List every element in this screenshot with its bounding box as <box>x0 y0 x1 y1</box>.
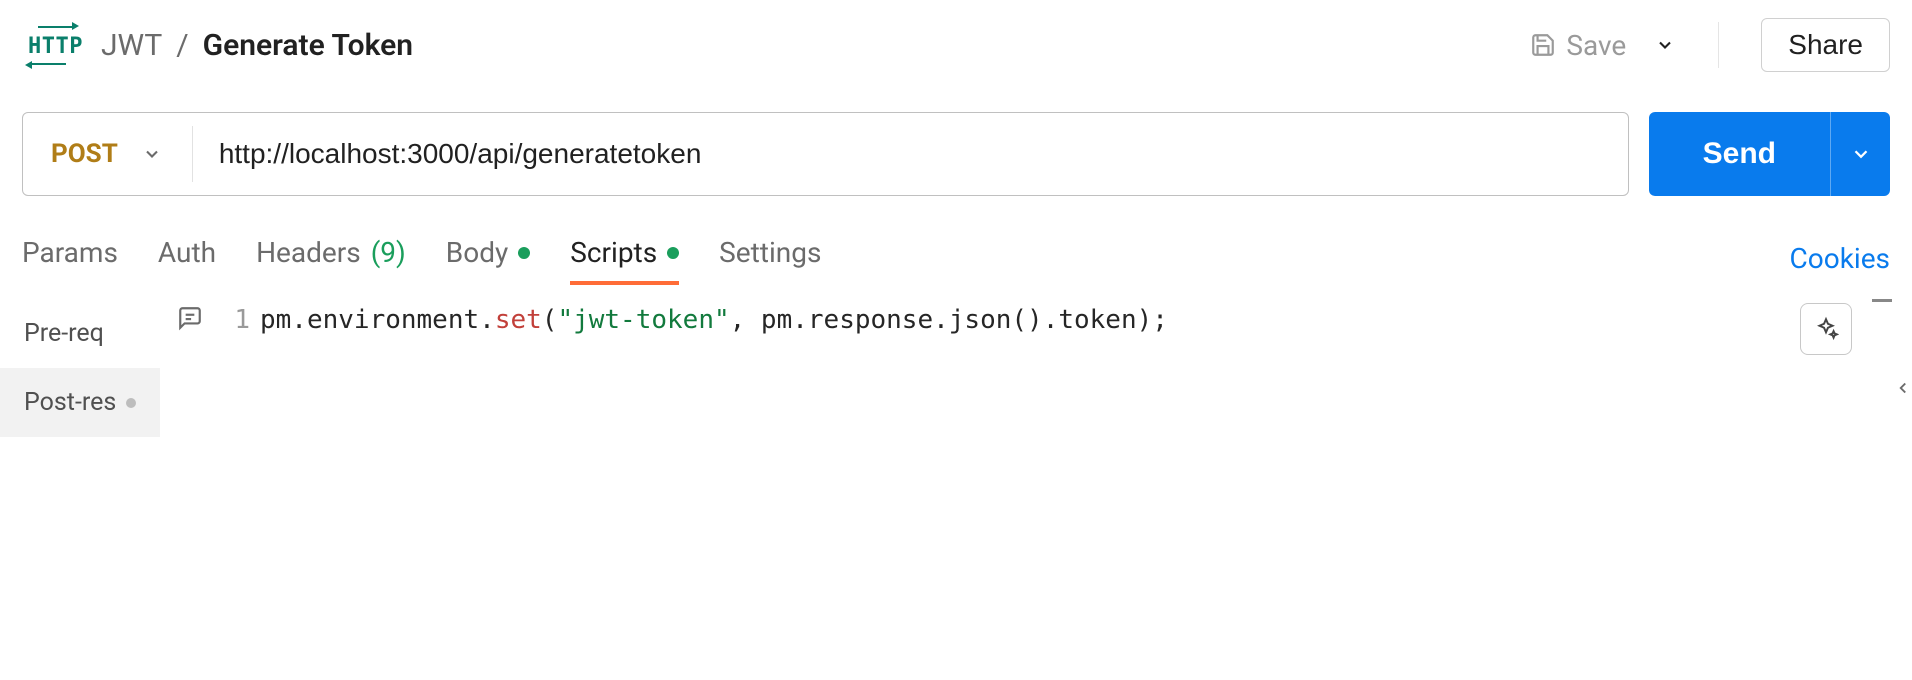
editor-minimap[interactable] <box>1872 299 1892 304</box>
breadcrumb-collection[interactable]: JWT <box>101 28 162 63</box>
cookies-link[interactable]: Cookies <box>1790 242 1890 275</box>
save-icon <box>1530 32 1556 58</box>
chevron-down-icon <box>142 144 162 164</box>
tab-body[interactable]: Body <box>446 236 530 281</box>
send-button[interactable]: Send <box>1649 112 1830 196</box>
comment-icon[interactable] <box>177 305 203 331</box>
send-dropdown[interactable] <box>1830 112 1890 196</box>
divider <box>1718 22 1719 68</box>
chevron-down-icon <box>1850 143 1872 165</box>
ai-assist-button[interactable] <box>1800 303 1852 355</box>
save-dropdown[interactable] <box>1650 30 1680 60</box>
tab-headers-label: Headers <box>256 236 361 269</box>
share-button[interactable]: Share <box>1761 18 1890 72</box>
sidebar-item-post-response[interactable]: Post-res <box>0 368 160 437</box>
sparkle-icon <box>1813 316 1839 342</box>
http-method-selector[interactable]: POST <box>23 126 193 182</box>
tab-scripts-label: Scripts <box>570 236 657 269</box>
breadcrumb: JWT / Generate Token <box>101 28 413 63</box>
editor-code-line[interactable]: pm.environment.set("jwt-token", pm.respo… <box>260 299 1168 659</box>
script-editor[interactable]: 1 pm.environment.set("jwt-token", pm.res… <box>160 299 1912 659</box>
modified-dot-icon <box>518 247 530 259</box>
request-url-bar: POST <box>22 112 1629 196</box>
tab-headers-count: (9) <box>371 236 406 269</box>
editor-line-number: 1 <box>220 299 260 659</box>
modified-dot-icon <box>126 398 136 408</box>
modified-dot-icon <box>667 247 679 259</box>
request-url-input[interactable] <box>193 138 1628 170</box>
save-label: Save <box>1566 29 1626 62</box>
sidebar-item-pre-request[interactable]: Pre-req <box>22 299 160 368</box>
http-method-value: POST <box>51 139 118 169</box>
script-type-sidebar: Pre-req Post-res <box>0 299 160 659</box>
tab-settings[interactable]: Settings <box>719 236 821 281</box>
breadcrumb-request[interactable]: Generate Token <box>203 28 413 63</box>
save-button[interactable]: Save <box>1530 29 1626 62</box>
tab-body-label: Body <box>446 236 508 269</box>
breadcrumb-separator: / <box>176 28 188 63</box>
http-method-icon: HTTP <box>28 33 83 58</box>
tab-auth[interactable]: Auth <box>158 236 216 281</box>
chevron-down-icon <box>1655 35 1675 55</box>
tab-params[interactable]: Params <box>22 236 118 281</box>
sidebar-item-label: Post-res <box>24 388 116 417</box>
tab-headers[interactable]: Headers (9) <box>256 236 406 281</box>
tab-scripts[interactable]: Scripts <box>570 236 679 281</box>
collapse-panel-icon[interactable] <box>1894 379 1912 397</box>
